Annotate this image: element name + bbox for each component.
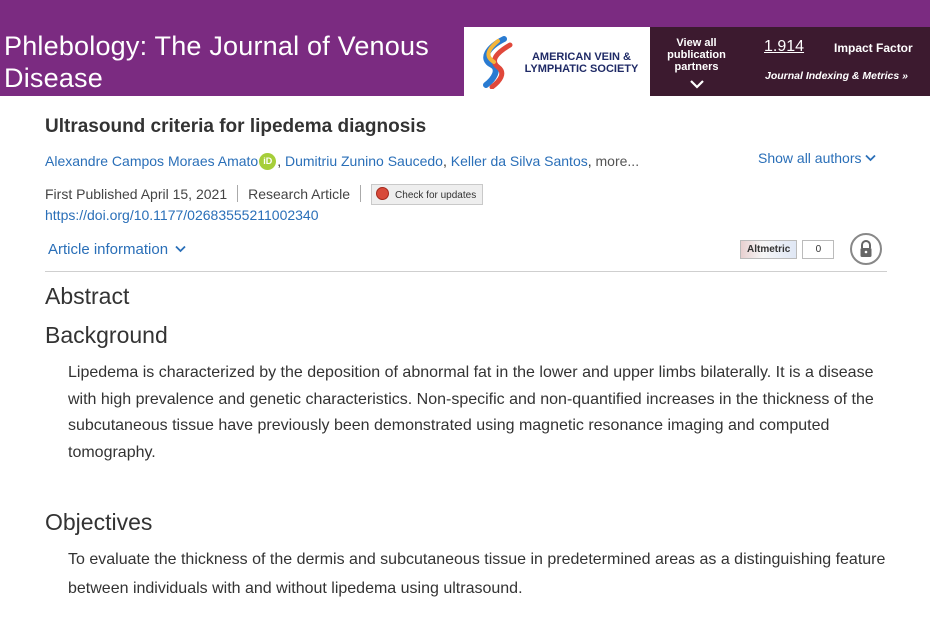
published-date: First Published April 15, 2021 [45,186,228,202]
check-updates-icon [376,187,390,200]
objectives-heading: Objectives [45,509,153,535]
top-strip [0,0,930,27]
orcid-icon[interactable]: iD [259,153,277,170]
publication-meta: First Published April 15, 2021 Research A… [45,184,484,205]
article-information-toggle[interactable]: Article information [48,241,186,258]
show-all-authors-label: Show all authors [758,150,862,166]
access-lock-button[interactable] [850,233,882,265]
journal-indexing-link[interactable]: Journal Indexing & Metrics » [765,70,908,82]
view-partners-button[interactable]: View all publication partners [650,27,743,96]
impact-factor-value[interactable]: 1.914 [764,38,804,56]
altmetric-badge: Altmetric [740,239,798,259]
more-authors: more... [595,153,640,169]
article-title: Ultrasound criteria for lipedema diagnos… [45,116,427,137]
chevron-down-icon [175,245,186,253]
chevron-down-icon [865,154,877,162]
article-information-label: Article information [48,241,169,258]
lock-icon [860,240,872,257]
divider [360,185,362,202]
impact-factor-panel: 1.914 Impact Factor Journal Indexing & M… [743,27,930,96]
chevron-down-icon [690,80,704,89]
article-type: Research Article [248,186,351,202]
author-link[interactable]: Alexandre Campos Moraes Amato [45,153,258,169]
check-for-updates-button[interactable]: Check for updates [371,184,484,205]
abstract-heading: Abstract [45,283,130,309]
journal-header: Phlebology: The Journal of Venous Diseas… [0,27,930,96]
author-link[interactable]: Keller da Silva Santos [451,153,588,169]
doi-link[interactable]: https://doi.org/10.1177/0268355521100234… [45,207,319,223]
background-heading: Background [45,322,168,348]
altmetric-count: 0 [802,239,835,259]
author-list: Alexandre Campos Moraes Amato iD, Dumitri… [45,153,640,170]
author-link[interactable]: Dumitriu Zunino Saucedo [285,153,443,169]
background-text: Lipedema is characterized by the deposit… [68,364,874,461]
society-logo[interactable]: AMERICAN VEIN & LYMPHATIC SOCIETY [464,27,650,96]
society-logo-icon [483,36,513,89]
show-all-authors-button[interactable]: Show all authors [758,150,877,166]
partners-label: View all publication partners [667,37,726,73]
society-name: AMERICAN VEIN & LYMPHATIC SOCIETY [524,51,639,75]
section-divider [45,271,887,272]
impact-factor-label: Impact Factor [834,41,913,55]
journal-title[interactable]: Phlebology: The Journal of Venous Diseas… [4,30,464,94]
check-updates-label: Check for updates [395,190,477,201]
divider [237,185,239,202]
altmetric-widget[interactable]: Altmetric 0 [740,238,835,260]
objectives-text: To evaluate the thickness of the dermis … [68,551,886,597]
